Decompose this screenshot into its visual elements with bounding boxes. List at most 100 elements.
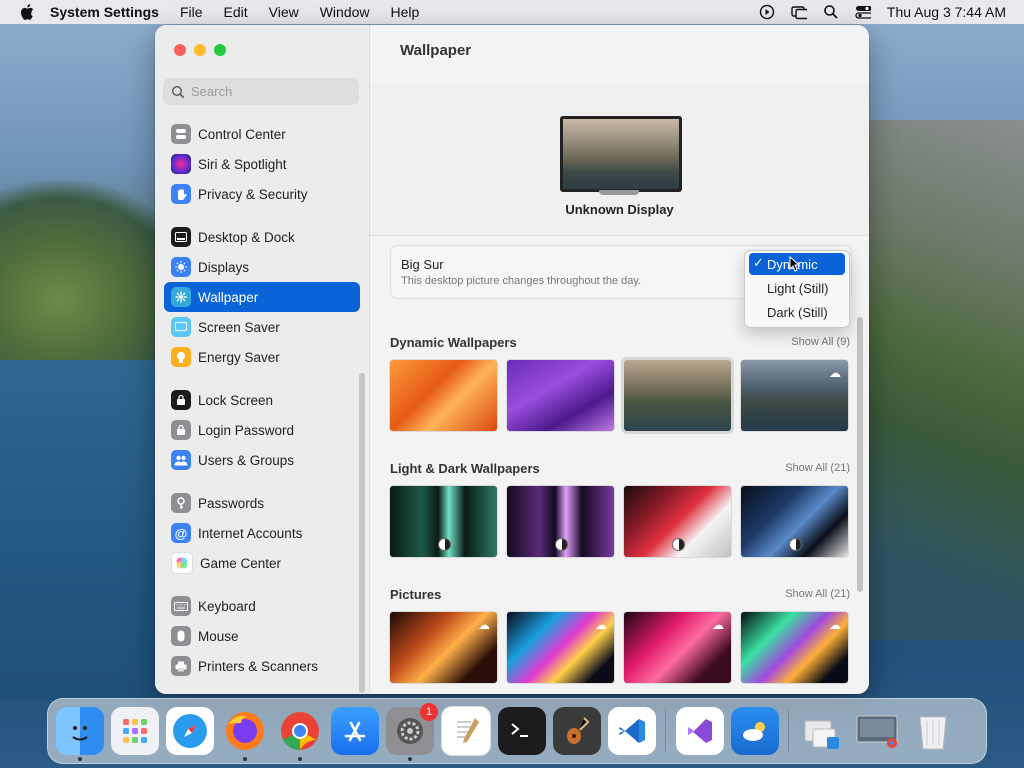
play-circle-icon[interactable]: [759, 4, 775, 20]
popup-option-dark-still[interactable]: Dark (Still): [749, 301, 845, 323]
wallpaper-thumbnail[interactable]: [507, 360, 614, 431]
sidebar-item-control-center[interactable]: Control Center: [164, 119, 360, 149]
dock-instruments[interactable]: [553, 707, 601, 755]
sidebar-item-users-groups[interactable]: Users & Groups: [164, 445, 360, 475]
menu-file[interactable]: File: [180, 4, 203, 20]
menu-app-name[interactable]: System Settings: [50, 4, 159, 20]
window-controls: [174, 44, 226, 56]
close-button[interactable]: [174, 44, 186, 56]
sidebar-item-label: Displays: [198, 259, 250, 275]
notification-badge: 1: [420, 703, 438, 721]
dock-vscode[interactable]: [608, 707, 656, 755]
page-title: Wallpaper: [400, 42, 472, 59]
dock-app-store[interactable]: [331, 707, 379, 755]
app-store-icon: [344, 721, 366, 742]
menu-help[interactable]: Help: [391, 4, 420, 20]
sidebar-item-login-password[interactable]: Login Password: [164, 415, 360, 445]
control-center-icon[interactable]: [855, 4, 871, 20]
wallpaper-thumbnail[interactable]: ☁: [390, 612, 497, 683]
wallpaper-thumbnail[interactable]: ☁: [507, 612, 614, 683]
cloud-download-icon: ☁: [712, 618, 724, 632]
main-scrollbar[interactable]: [857, 317, 863, 592]
show-all-button[interactable]: Show All (9): [791, 336, 850, 348]
sidebar-item-passwords[interactable]: Passwords: [164, 488, 360, 518]
sidebar-item-label: Control Center: [198, 126, 286, 142]
sidebar-item-displays[interactable]: Displays: [164, 252, 360, 282]
guitar-icon: [567, 717, 590, 744]
wallpaper-thumbnail[interactable]: [390, 486, 497, 557]
light-dark-icon: [672, 538, 685, 551]
menu-clock[interactable]: Thu Aug 3 7:44 AM: [887, 4, 1006, 20]
dock-system-settings[interactable]: 1: [386, 703, 438, 761]
dock-textedit[interactable]: [441, 706, 491, 756]
dock-launchpad[interactable]: [111, 707, 159, 755]
display-preview: Unknown Display: [370, 85, 869, 236]
popup-option-label: Dark (Still): [767, 304, 828, 320]
search-field[interactable]: Search: [163, 78, 359, 105]
wallpaper-thumbnail[interactable]: [741, 486, 848, 557]
dock-firefox[interactable]: [221, 707, 269, 761]
zoom-button[interactable]: [214, 44, 226, 56]
dock-screenshots[interactable]: [854, 707, 902, 755]
wallpaper-thumbnail-selected[interactable]: [624, 360, 731, 431]
screen-mirroring-icon[interactable]: [791, 4, 807, 20]
sidebar-item-desktop-dock[interactable]: Desktop & Dock: [164, 222, 360, 252]
dock-visual-studio[interactable]: [676, 707, 724, 755]
sidebar-item-internet-accounts[interactable]: @ Internet Accounts: [164, 518, 360, 548]
dock-finder[interactable]: [56, 707, 104, 761]
wallpaper-thumbnail[interactable]: [390, 360, 497, 431]
light-dark-icon: [789, 538, 802, 551]
show-all-button[interactable]: Show All (21): [785, 462, 850, 474]
dock-terminal[interactable]: [498, 707, 546, 755]
menu-window[interactable]: Window: [320, 4, 370, 20]
sidebar-item-mouse[interactable]: Mouse: [164, 621, 360, 651]
sidebar-item-label: Privacy & Security: [198, 186, 308, 202]
firefox-icon: [226, 712, 264, 750]
dock-folder-stack[interactable]: [799, 707, 847, 755]
textedit-icon: [457, 718, 479, 743]
sidebar-scrollbar[interactable]: [359, 373, 365, 693]
section-title: Dynamic Wallpapers: [390, 334, 517, 350]
sidebar-item-label: Mouse: [198, 628, 239, 644]
folder-stack-icon: [804, 720, 839, 749]
popup-option-light-still[interactable]: Light (Still): [749, 277, 845, 299]
menu-edit[interactable]: Edit: [224, 4, 248, 20]
sidebar-item-label: Printers & Scanners: [198, 658, 319, 674]
dock-safari[interactable]: [166, 707, 214, 755]
sidebar-item-game-center[interactable]: Game Center: [164, 548, 360, 578]
sidebar-item-wallpaper[interactable]: Wallpaper: [164, 282, 360, 312]
wallpaper-thumbnail[interactable]: ☁: [741, 360, 848, 431]
wallpaper-thumbnail[interactable]: [624, 486, 731, 557]
menu-bar: System Settings File Edit View Window He…: [0, 0, 1024, 24]
wallpaper-thumbnail[interactable]: ☁: [741, 612, 848, 683]
screenshots-icon: [856, 715, 898, 748]
sidebar-item-keyboard[interactable]: Keyboard: [164, 591, 360, 621]
sidebar-item-label: Wallpaper: [198, 289, 259, 305]
minimize-button[interactable]: [194, 44, 206, 56]
sidebar-item-siri-spotlight[interactable]: Siri & Spotlight: [164, 149, 360, 179]
dock-trash[interactable]: [909, 707, 957, 755]
show-all-button[interactable]: Show All (21): [785, 588, 850, 600]
sidebar-item-energy-saver[interactable]: Energy Saver: [164, 342, 360, 372]
sidebar-item-printers-scanners[interactable]: Printers & Scanners: [164, 651, 360, 681]
launchpad-icon: [123, 719, 147, 743]
sidebar-item-privacy-security[interactable]: Privacy & Security: [164, 179, 360, 209]
search-icon[interactable]: [823, 4, 839, 20]
wallpaper-thumbnail[interactable]: [507, 486, 614, 557]
search-icon: [171, 85, 185, 99]
section-title: Light & Dark Wallpapers: [390, 460, 540, 476]
bulb-icon: [171, 347, 191, 367]
dock-weather[interactable]: [731, 707, 779, 755]
sidebar-item-screen-saver[interactable]: Screen Saver: [164, 312, 360, 342]
dock-chrome[interactable]: [276, 707, 324, 761]
monitor-image: [560, 116, 682, 192]
menu-view[interactable]: View: [269, 4, 299, 20]
wallpaper-thumbnail[interactable]: ☁: [624, 612, 731, 683]
section-title: Pictures: [390, 586, 442, 602]
sidebar-item-lock-screen[interactable]: Lock Screen: [164, 385, 360, 415]
apple-menu-icon[interactable]: [18, 3, 36, 21]
password-lock-icon: [171, 420, 191, 440]
dock-icon: [171, 227, 191, 247]
current-wallpaper-description: This desktop picture changes throughout …: [401, 275, 642, 287]
